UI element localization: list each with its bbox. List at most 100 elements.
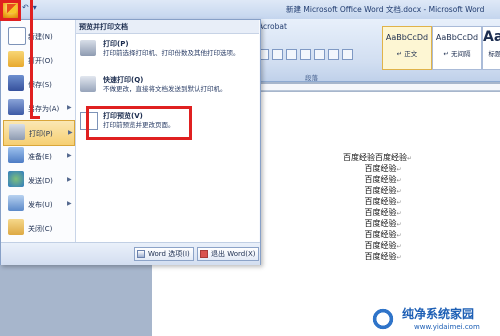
doc-line: 百度经验↵ bbox=[343, 207, 423, 218]
watermark-title: 纯净系统家园 bbox=[402, 307, 475, 321]
doc-line: 百度经验↵ bbox=[343, 229, 423, 240]
highlight-office-button bbox=[0, 0, 21, 21]
office-menu-commands: 新建(N) 打开(O) 保存(S) 另存为(A) ▶ 打印(P) ▶ 准备(E)… bbox=[1, 20, 76, 242]
word-options-icon bbox=[137, 250, 145, 258]
line-spacing-icon[interactable] bbox=[314, 49, 325, 60]
menu-item-send[interactable]: 发送(D) ▶ bbox=[3, 168, 73, 192]
doc-line: 百度经验↵ bbox=[343, 174, 423, 185]
style-name: 标题 1 bbox=[488, 50, 500, 58]
new-document-icon bbox=[8, 27, 26, 45]
exit-word-button[interactable]: 退出 Word(X) bbox=[197, 247, 260, 261]
doc-line: 百度经验↵ bbox=[343, 163, 423, 174]
paragraph-mark: ↵ bbox=[396, 243, 402, 250]
doc-line: 百度经验百度经验↵ bbox=[343, 152, 423, 163]
paragraph-mark: ↵ bbox=[396, 232, 402, 239]
doc-line-text: 百度经验 bbox=[364, 197, 397, 206]
doc-line: 百度经验↵ bbox=[343, 240, 423, 251]
title-bar: ↶ ▾ 新建 Microsoft Office Word 文档.docx - Mi… bbox=[0, 0, 500, 20]
doc-line-text: 百度经验 bbox=[364, 175, 397, 184]
highlight-connector-vertical bbox=[30, 0, 33, 118]
printer-icon bbox=[9, 124, 25, 140]
highlight-connector-horizontal bbox=[30, 116, 40, 119]
undo-icon[interactable]: ↶ bbox=[22, 3, 29, 12]
group-label-paragraph: 段落 bbox=[305, 74, 318, 82]
printer-icon bbox=[80, 40, 96, 56]
paragraph-mark: ↵ bbox=[396, 254, 402, 261]
tab-acrobat[interactable]: Acrobat bbox=[258, 22, 287, 31]
publish-icon bbox=[8, 195, 24, 211]
menu-item-label: 发布(U) bbox=[28, 201, 53, 209]
send-icon bbox=[8, 171, 24, 187]
doc-line-text: 百度经验 bbox=[364, 219, 397, 228]
submenu-item-print[interactable]: 打印(P) 打印前选择打印机、打印份数及其他打印选项。 bbox=[76, 38, 259, 70]
menu-item-label: 准备(E) bbox=[28, 153, 52, 161]
doc-line-text: 百度经验百度经验 bbox=[343, 153, 407, 162]
paragraph-mark: ↵ bbox=[396, 166, 402, 173]
style-name: ↵ 正文 bbox=[396, 50, 418, 58]
highlight-print-preview bbox=[86, 106, 192, 140]
menu-item-print[interactable]: 打印(P) ▶ bbox=[3, 120, 75, 146]
submenu-item-desc: 不做更改，直接将文档发送到默认打印机。 bbox=[103, 85, 227, 93]
doc-line-text: 百度经验 bbox=[364, 230, 397, 239]
menu-item-save[interactable]: 保存(S) bbox=[3, 72, 73, 96]
doc-line-text: 百度经验 bbox=[364, 252, 397, 261]
submenu-arrow-icon: ▶ bbox=[67, 176, 72, 183]
word-options-label: Word 选项(I) bbox=[148, 250, 190, 258]
style-heading-1[interactable]: AaBb 标题 1 bbox=[482, 26, 500, 70]
paragraph-mark: ↵ bbox=[396, 199, 402, 206]
office-menu: 新建(N) 打开(O) 保存(S) 另存为(A) ▶ 打印(P) ▶ 准备(E)… bbox=[0, 19, 261, 265]
menu-item-publish[interactable]: 发布(U) ▶ bbox=[3, 192, 73, 216]
align-center-icon[interactable] bbox=[272, 49, 283, 60]
doc-line-text: 百度经验 bbox=[364, 186, 397, 195]
paragraph-mark: ↵ bbox=[396, 177, 402, 184]
menu-item-label: 关闭(C) bbox=[28, 225, 53, 233]
align-right-icon[interactable] bbox=[286, 49, 297, 60]
submenu-item-title: 快速打印(Q) bbox=[103, 76, 144, 84]
style-normal[interactable]: AaBbCcDd ↵ 正文 bbox=[382, 26, 432, 70]
doc-line: 百度经验↵ bbox=[343, 218, 423, 229]
office-menu-footer: Word 选项(I) 退出 Word(X) bbox=[1, 242, 260, 265]
submenu-item-desc: 打印前选择打印机、打印份数及其他打印选项。 bbox=[103, 49, 240, 57]
open-folder-icon bbox=[8, 51, 24, 67]
document-text[interactable]: 百度经验百度经验↵ 百度经验↵ 百度经验↵ 百度经验↵ 百度经验↵ 百度经验↵ … bbox=[343, 152, 423, 262]
style-no-spacing[interactable]: AaBbCcDd ↵ 无间隔 bbox=[432, 26, 482, 70]
paragraph-mark: ↵ bbox=[396, 221, 402, 228]
paragraph-mark: ↵ bbox=[396, 210, 402, 217]
close-folder-icon bbox=[8, 219, 24, 235]
style-sample: AaBbCcDd bbox=[385, 33, 429, 42]
doc-line-text: 百度经验 bbox=[364, 241, 397, 250]
save-icon bbox=[8, 75, 24, 91]
doc-line-text: 百度经验 bbox=[364, 208, 397, 217]
paragraph-align-buttons bbox=[258, 49, 376, 63]
word-options-button[interactable]: Word 选项(I) bbox=[134, 247, 194, 261]
save-as-icon bbox=[8, 99, 24, 115]
submenu-item-title: 打印(P) bbox=[103, 40, 129, 48]
border-icon[interactable] bbox=[342, 49, 353, 60]
shading-icon[interactable] bbox=[328, 49, 339, 60]
exit-word-label: 退出 Word(X) bbox=[211, 250, 256, 258]
menu-item-new[interactable]: 新建(N) bbox=[3, 24, 73, 48]
justify-icon[interactable] bbox=[300, 49, 311, 60]
submenu-arrow-icon: ▶ bbox=[68, 129, 73, 136]
qat-dropdown-icon[interactable]: ▾ bbox=[33, 3, 37, 12]
menu-item-close[interactable]: 关闭(C) bbox=[3, 216, 73, 240]
menu-item-prepare[interactable]: 准备(E) ▶ bbox=[3, 144, 73, 168]
watermark-url: www.yidaimei.com bbox=[414, 323, 480, 331]
submenu-item-quick-print[interactable]: 快速打印(Q) 不做更改，直接将文档发送到默认打印机。 bbox=[76, 74, 259, 104]
menu-item-open[interactable]: 打开(O) bbox=[3, 48, 73, 72]
submenu-arrow-icon: ▶ bbox=[67, 200, 72, 207]
doc-line: 百度经验↵ bbox=[343, 196, 423, 207]
prepare-icon bbox=[8, 147, 24, 163]
quick-print-icon bbox=[80, 76, 96, 92]
style-sample: AaBbCcDd bbox=[435, 33, 479, 42]
menu-item-label: 发送(D) bbox=[28, 177, 53, 185]
watermark-logo bbox=[370, 306, 396, 332]
exit-icon bbox=[200, 250, 208, 258]
window-title: 新建 Microsoft Office Word 文档.docx - Micro… bbox=[286, 5, 485, 14]
submenu-header: 预览并打印文档 bbox=[76, 20, 259, 34]
doc-line: 百度经验↵ bbox=[343, 251, 423, 262]
doc-line: 百度经验↵ bbox=[343, 185, 423, 196]
style-name: ↵ 无间隔 bbox=[443, 50, 471, 58]
paragraph-mark: ↵ bbox=[396, 188, 402, 195]
submenu-arrow-icon: ▶ bbox=[67, 152, 72, 159]
